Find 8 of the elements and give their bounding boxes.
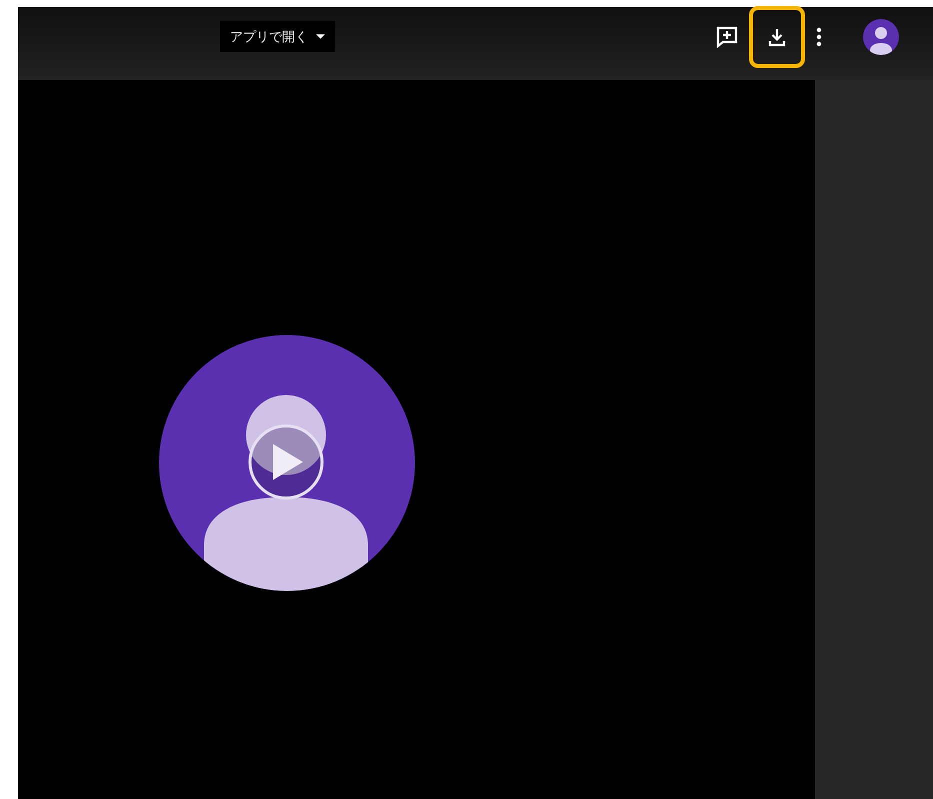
avatar-icon [863, 18, 899, 54]
play-button[interactable] [248, 424, 324, 500]
download-icon [767, 26, 787, 46]
more-icon [816, 26, 822, 46]
open-with-button[interactable]: アプリで開く [220, 21, 335, 52]
comment-add-icon [716, 26, 738, 48]
caret-icon [316, 34, 325, 39]
download-button[interactable] [749, 6, 805, 68]
